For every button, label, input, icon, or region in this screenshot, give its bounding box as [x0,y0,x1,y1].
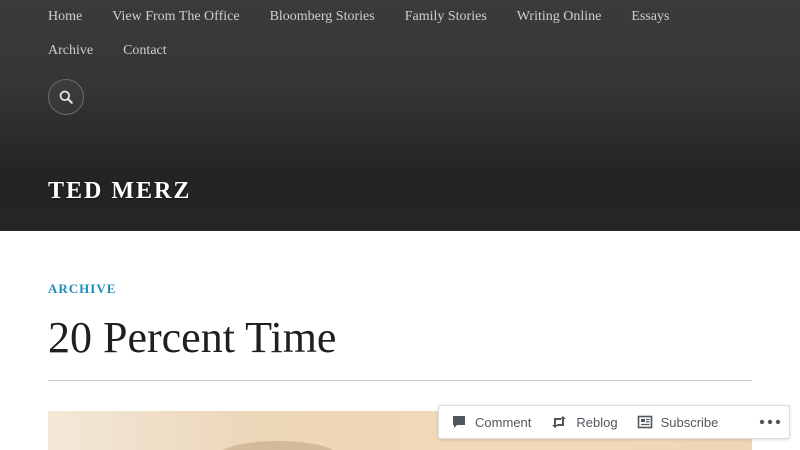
comment-icon [453,416,465,428]
reblog-label: Reblog [576,414,618,430]
site-header: Home View From The Office Bloomberg Stor… [0,0,800,231]
comment-button[interactable]: Comment [451,414,531,430]
comment-label: Comment [475,414,532,430]
nav-item-writing-online[interactable]: Writing Online [517,8,602,26]
more-actions-button[interactable] [759,419,781,425]
nav-item-contact[interactable]: Contact [123,42,167,60]
post-category-link[interactable]: ARCHIVE [48,281,116,297]
subscribe-icon [637,415,652,429]
more-horizontal-icon [759,419,781,425]
nav-item-view-from-the-office[interactable]: View From The Office [112,8,239,26]
action-bar: Comment Reblog Subscribe [438,405,790,439]
title-divider [48,380,752,381]
post-title: 20 Percent Time [48,313,337,362]
reblog-button[interactable]: Reblog [550,414,618,430]
nav-item-archive[interactable]: Archive [48,42,93,60]
reblog-icon [552,416,567,428]
nav-item-home[interactable]: Home [48,8,82,26]
subscribe-label: Subscribe [660,414,719,430]
nav-row-1: Home View From The Office Bloomberg Stor… [48,8,699,26]
search-icon [59,90,73,104]
subscribe-button[interactable]: Subscribe [637,414,719,430]
nav-item-essays[interactable]: Essays [631,8,669,26]
site-title[interactable]: TED MERZ [48,178,191,205]
nav-row-2: Archive Contact [48,42,197,60]
search-button[interactable] [48,79,84,115]
nav-item-family-stories[interactable]: Family Stories [405,8,487,26]
featured-image-shape [218,441,338,450]
nav-item-bloomberg-stories[interactable]: Bloomberg Stories [270,8,375,26]
